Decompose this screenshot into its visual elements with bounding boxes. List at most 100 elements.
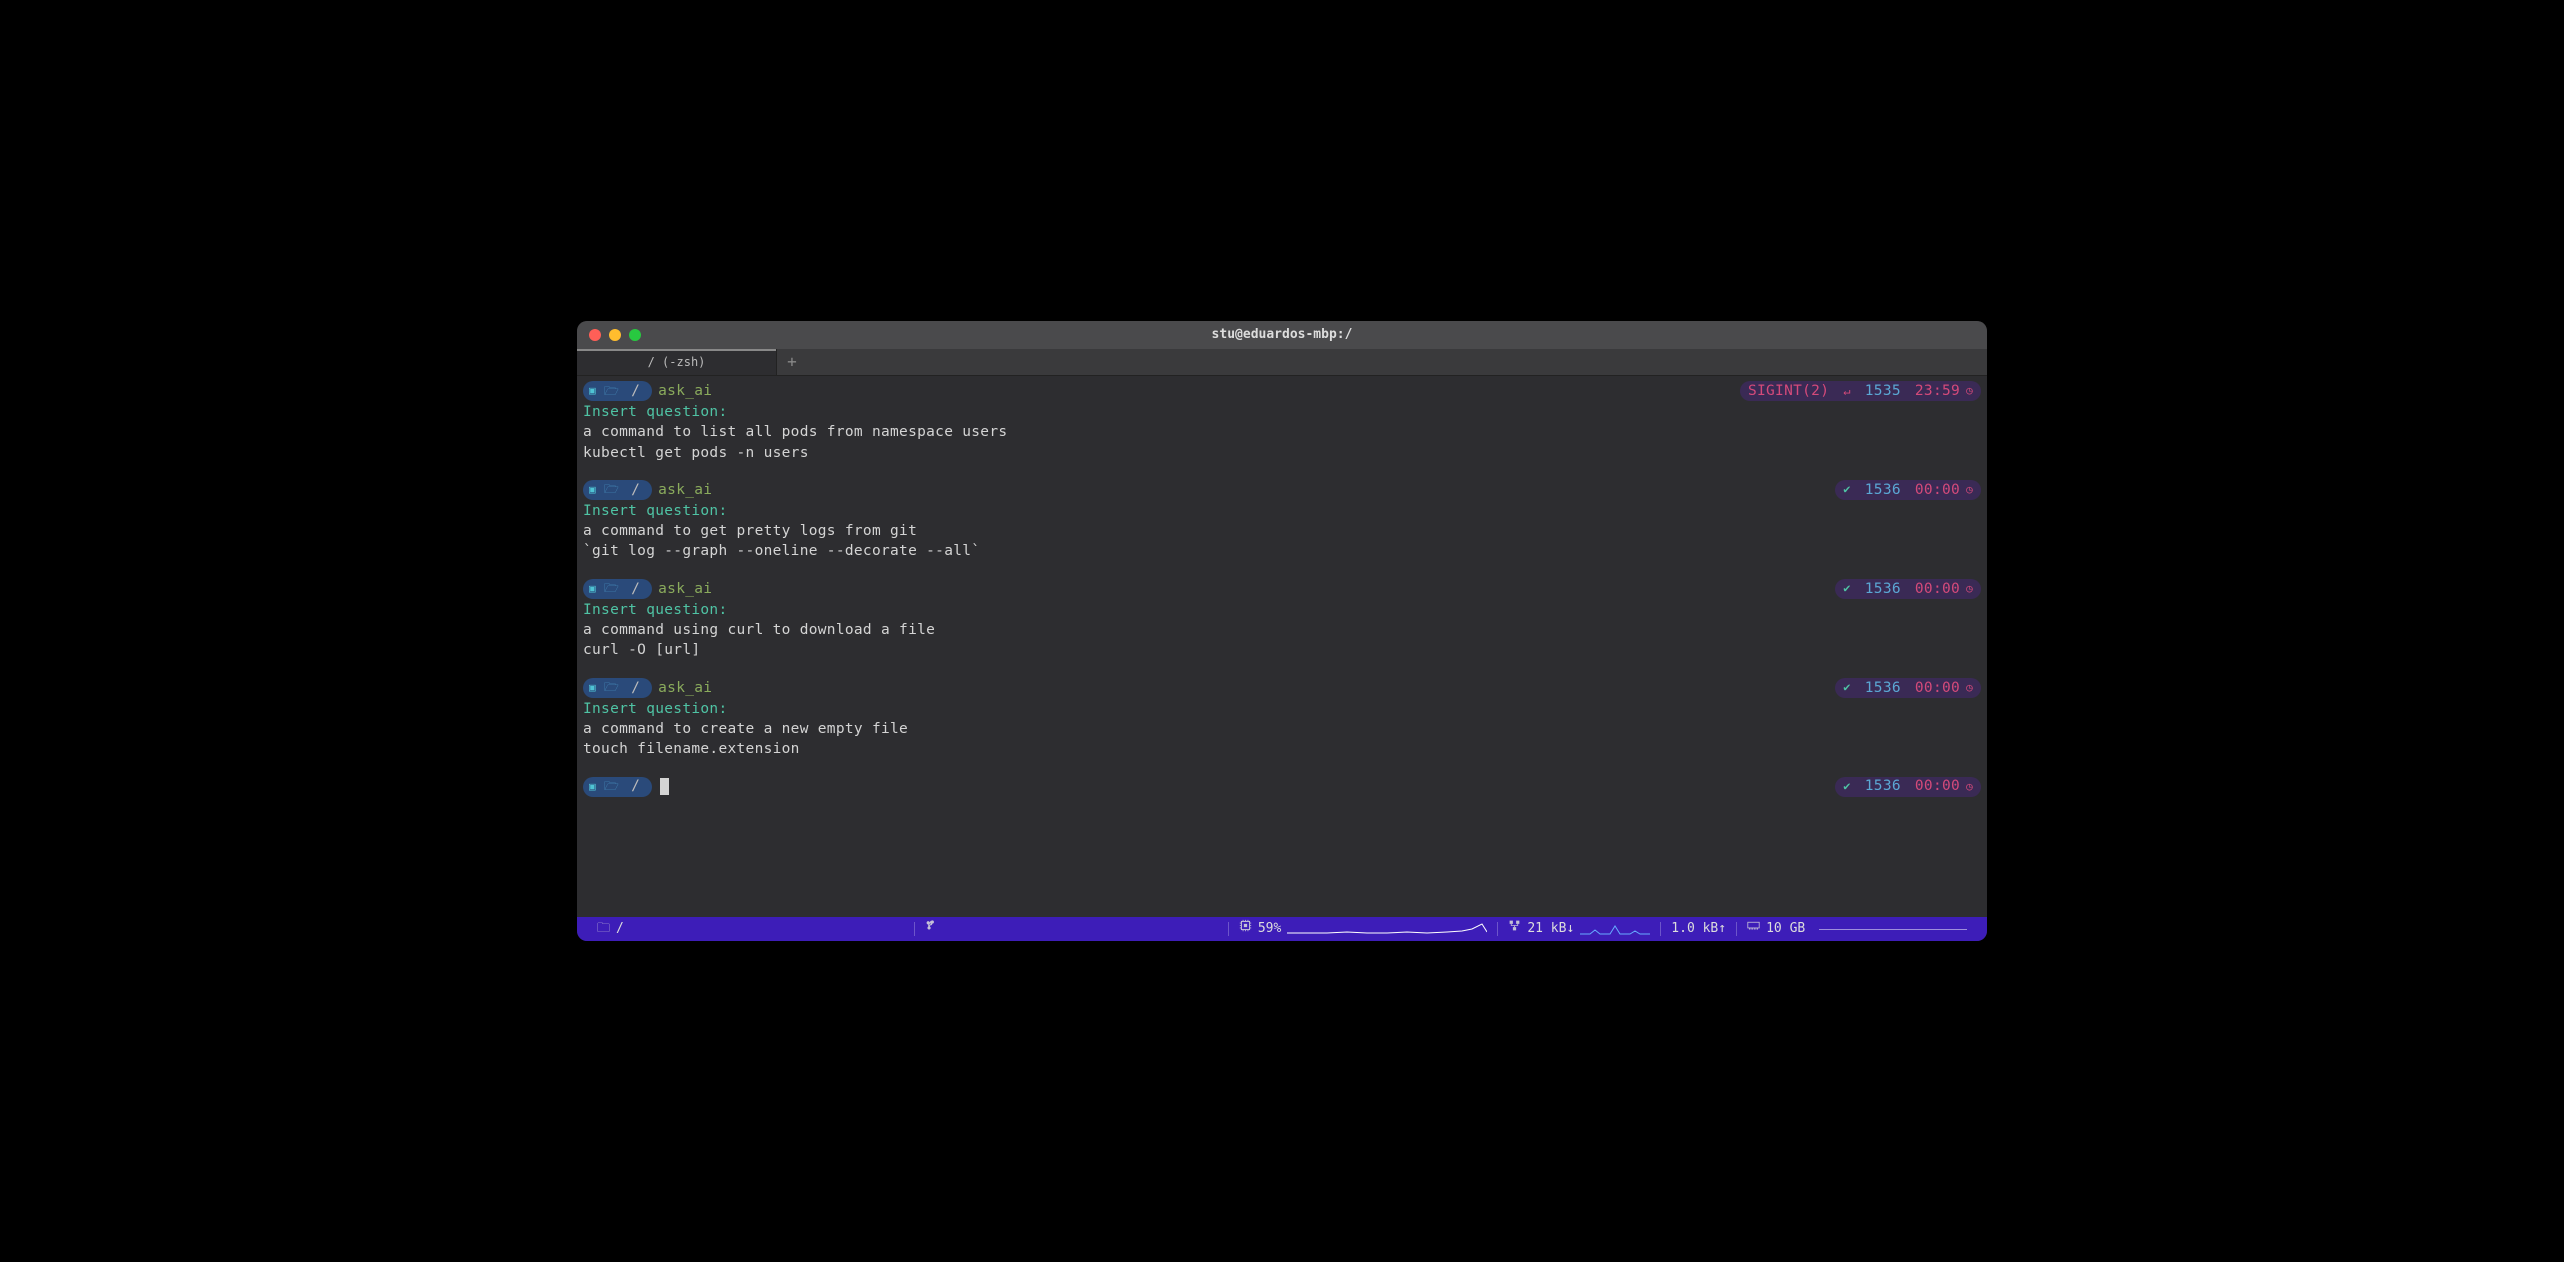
command-text: ask_ai [658, 579, 712, 599]
shell-segment: ▣ 🗁 / [583, 579, 652, 599]
git-branch-icon [925, 919, 938, 938]
fullscreen-button[interactable] [629, 329, 641, 341]
command-text: ask_ai [658, 678, 712, 698]
answer-text: kubectl get pods -n users [583, 443, 1981, 463]
command-block: ▣ 🗁 / ask_ai ✔ 1536 00:00 ◷ Insert quest… [583, 677, 1981, 760]
command-block: ▣ 🗁 / ask_ai ✔ 1536 00:00 ◷ Insert quest… [583, 479, 1981, 562]
status-pill: ✔ 1536 00:00 ◷ [1835, 480, 1981, 500]
shell-icon: ▣ [589, 581, 596, 596]
shell-segment: ▣ 🗁 / [583, 381, 652, 401]
question-label: Insert question: [583, 600, 1981, 620]
titlebar[interactable]: stu@eduardos-mbp:/ [577, 321, 1987, 349]
check-icon: ✔ [1843, 679, 1851, 696]
folder-icon: 🗁 [604, 778, 619, 795]
network-icon [1508, 919, 1521, 938]
check-icon: ✔ [1843, 778, 1851, 795]
clock-icon: ◷ [1966, 779, 1973, 794]
status-count: 1536 [1865, 579, 1901, 599]
command-text: ask_ai [658, 480, 712, 500]
status-time: 00:00 [1915, 480, 1960, 500]
check-icon: ✔ [1843, 481, 1851, 498]
answer-text: curl -O [url] [583, 640, 1981, 660]
statusbar: 🗀 / 59% 21 kB↓ [577, 917, 1987, 941]
status-pill: ✔ 1536 00:00 ◷ [1835, 777, 1981, 797]
minimize-button[interactable] [609, 329, 621, 341]
dir-path: / [631, 480, 640, 500]
sb-ram-value: 10 GB [1766, 920, 1805, 938]
terminal-window: stu@eduardos-mbp:/ / (-zsh) + ▣ 🗁 / ask_… [577, 321, 1987, 941]
sb-net-down-value: 21 kB↓ [1527, 920, 1574, 938]
cpu-sparkline [1287, 922, 1487, 936]
dir-path: / [631, 678, 640, 698]
folder-icon: 🗁 [604, 383, 619, 400]
command-text: ask_ai [658, 381, 712, 401]
shell-icon: ▣ [589, 482, 596, 497]
sb-branch[interactable] [915, 917, 948, 941]
sb-net-up-value: 1.0 kB↑ [1671, 920, 1726, 938]
command-block: ▣ 🗁 / ask_ai ✔ 1536 00:00 ◷ Insert quest… [583, 578, 1981, 661]
shell-segment: ▣ 🗁 / [583, 480, 652, 500]
dir-path: / [631, 776, 640, 796]
cpu-icon [1239, 919, 1252, 938]
sb-cpu-value: 59% [1258, 920, 1281, 938]
close-button[interactable] [589, 329, 601, 341]
sb-cpu[interactable]: 59% [1229, 917, 1497, 941]
shell-icon: ▣ [589, 779, 596, 794]
status-sigint: SIGINT(2) [1748, 381, 1829, 401]
sb-ram[interactable]: 10 GB [1737, 917, 1977, 941]
status-count: 1536 [1865, 776, 1901, 796]
folder-icon: 🗀 [597, 920, 610, 938]
folder-icon: 🗁 [604, 679, 619, 696]
clock-icon: ◷ [1966, 581, 1973, 596]
sb-net-down[interactable]: 21 kB↓ [1498, 917, 1660, 941]
net-down-sparkline [1580, 922, 1650, 936]
return-icon: ↵ [1843, 383, 1851, 400]
tab-zsh[interactable]: / (-zsh) [577, 349, 777, 375]
question-text: a command to get pretty logs from git [583, 521, 1981, 541]
terminal-content[interactable]: ▣ 🗁 / ask_ai SIGINT(2) ↵ 1535 23:59 ◷ In… [577, 376, 1987, 917]
question-text: a command to list all pods from namespac… [583, 422, 1981, 442]
command-block: ▣ 🗁 / ask_ai SIGINT(2) ↵ 1535 23:59 ◷ In… [583, 380, 1981, 463]
clock-icon: ◷ [1966, 680, 1973, 695]
clock-icon: ◷ [1966, 383, 1973, 398]
dir-path: / [631, 579, 640, 599]
answer-text: `git log --graph --oneline --decorate --… [583, 541, 1981, 561]
cursor[interactable] [660, 778, 669, 795]
shell-icon: ▣ [589, 383, 596, 398]
check-icon: ✔ [1843, 580, 1851, 597]
dir-path: / [631, 381, 640, 401]
question-text: a command to create a new empty file [583, 719, 1981, 739]
shell-segment: ▣ 🗁 / [583, 678, 652, 698]
question-label: Insert question: [583, 699, 1981, 719]
ram-sparkline [1819, 929, 1967, 930]
traffic-lights [589, 329, 641, 341]
sb-net-up[interactable]: 1.0 kB↑ [1661, 917, 1736, 941]
tabbar: / (-zsh) + [577, 349, 1987, 376]
answer-text: touch filename.extension [583, 739, 1981, 759]
add-tab-button[interactable]: + [777, 349, 807, 375]
question-label: Insert question: [583, 402, 1981, 422]
status-count: 1536 [1865, 480, 1901, 500]
clock-icon: ◷ [1966, 482, 1973, 497]
status-time: 00:00 [1915, 776, 1960, 796]
status-time: 00:00 [1915, 678, 1960, 698]
status-count: 1536 [1865, 678, 1901, 698]
shell-icon: ▣ [589, 680, 596, 695]
question-label: Insert question: [583, 501, 1981, 521]
ram-icon [1747, 919, 1760, 938]
sb-folder-path: / [616, 920, 624, 938]
status-pill: SIGINT(2) ↵ 1535 23:59 ◷ [1740, 381, 1981, 401]
sb-folder[interactable]: 🗀 / [587, 917, 634, 941]
status-pill: ✔ 1536 00:00 ◷ [1835, 579, 1981, 599]
status-count: 1535 [1865, 381, 1901, 401]
folder-icon: 🗁 [604, 481, 619, 498]
status-time: 00:00 [1915, 579, 1960, 599]
window-title: stu@eduardos-mbp:/ [1212, 326, 1353, 344]
question-text: a command using curl to download a file [583, 620, 1981, 640]
tab-label: / (-zsh) [648, 354, 706, 371]
status-pill: ✔ 1536 00:00 ◷ [1835, 678, 1981, 698]
folder-icon: 🗁 [604, 580, 619, 597]
current-prompt: ▣ 🗁 / ✔ 1536 00:00 ◷ [583, 776, 1981, 798]
status-time: 23:59 [1915, 381, 1960, 401]
shell-segment: ▣ 🗁 / [583, 777, 652, 797]
